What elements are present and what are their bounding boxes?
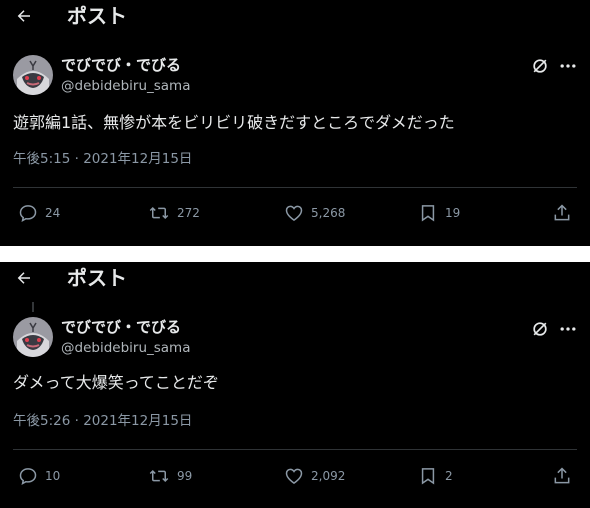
reply-button[interactable]: 10 — [18, 463, 60, 489]
action-bar: 24 272 5,268 19 — [0, 200, 590, 226]
post-text: 遊郭編1話、無惨が本をビリビリ破きだすところでダメだった — [13, 113, 455, 132]
share-icon — [554, 467, 570, 484]
bookmark-icon — [421, 205, 435, 222]
share-icon — [554, 204, 570, 221]
reply-count: 10 — [45, 469, 61, 483]
screenshot-separator — [0, 246, 590, 262]
post-timestamp[interactable]: 午後5:15 · 2021年12月15日 — [13, 151, 192, 168]
like-button[interactable]: 2,092 — [284, 463, 345, 489]
bookmark-button[interactable]: 19 — [418, 200, 460, 226]
bookmark-count: 2 — [445, 469, 453, 483]
repost-button[interactable]: 99 — [148, 463, 192, 489]
share-button[interactable] — [552, 463, 572, 489]
page-title: ポスト — [67, 266, 127, 290]
repost-count: 272 — [177, 206, 200, 220]
more-options-icon[interactable] — [558, 319, 578, 339]
reply-icon — [19, 468, 37, 485]
heart-icon — [285, 205, 303, 221]
bookmark-count: 19 — [445, 206, 461, 220]
post-text: ダメって大爆笑ってことだぞ — [13, 373, 219, 392]
grok-icon[interactable] — [530, 319, 550, 339]
more-options-icon[interactable] — [558, 56, 578, 76]
repost-count: 99 — [177, 469, 193, 483]
author-name[interactable]: でびでび・でびる — [61, 318, 181, 336]
like-count: 5,268 — [311, 206, 346, 220]
reply-count: 24 — [45, 206, 61, 220]
repost-icon — [149, 469, 169, 483]
divider — [13, 449, 577, 450]
post-panel-1: ポスト でびでび・でびる @debidebiru_sama 遊郭編1話、無惨が本… — [0, 0, 590, 246]
like-button[interactable]: 5,268 — [284, 200, 345, 226]
like-count: 2,092 — [311, 469, 346, 483]
grok-icon[interactable] — [530, 56, 550, 76]
avatar[interactable] — [13, 55, 53, 95]
repost-button[interactable]: 272 — [148, 200, 200, 226]
share-button[interactable] — [552, 200, 572, 226]
reply-button[interactable]: 24 — [18, 200, 60, 226]
back-arrow-icon[interactable] — [12, 4, 36, 28]
author-name[interactable]: でびでび・でびる — [61, 56, 181, 74]
avatar[interactable] — [13, 317, 53, 357]
post-panel-2: ポスト でびでび・でびる @debidebiru_sama ダメって大爆笑ってこ… — [0, 262, 590, 508]
author-handle[interactable]: @debidebiru_sama — [61, 78, 190, 95]
repost-icon — [149, 206, 169, 220]
bookmark-button[interactable]: 2 — [418, 463, 453, 489]
back-arrow-icon[interactable] — [12, 266, 36, 290]
heart-icon — [285, 468, 303, 484]
thread-connector-line — [32, 302, 34, 312]
post-timestamp[interactable]: 午後5:26 · 2021年12月15日 — [13, 413, 192, 430]
page-title: ポスト — [67, 4, 127, 28]
divider — [13, 187, 577, 188]
bookmark-icon — [421, 468, 435, 485]
action-bar: 10 99 2,092 2 — [0, 463, 590, 489]
reply-icon — [19, 205, 37, 222]
author-handle[interactable]: @debidebiru_sama — [61, 340, 190, 357]
